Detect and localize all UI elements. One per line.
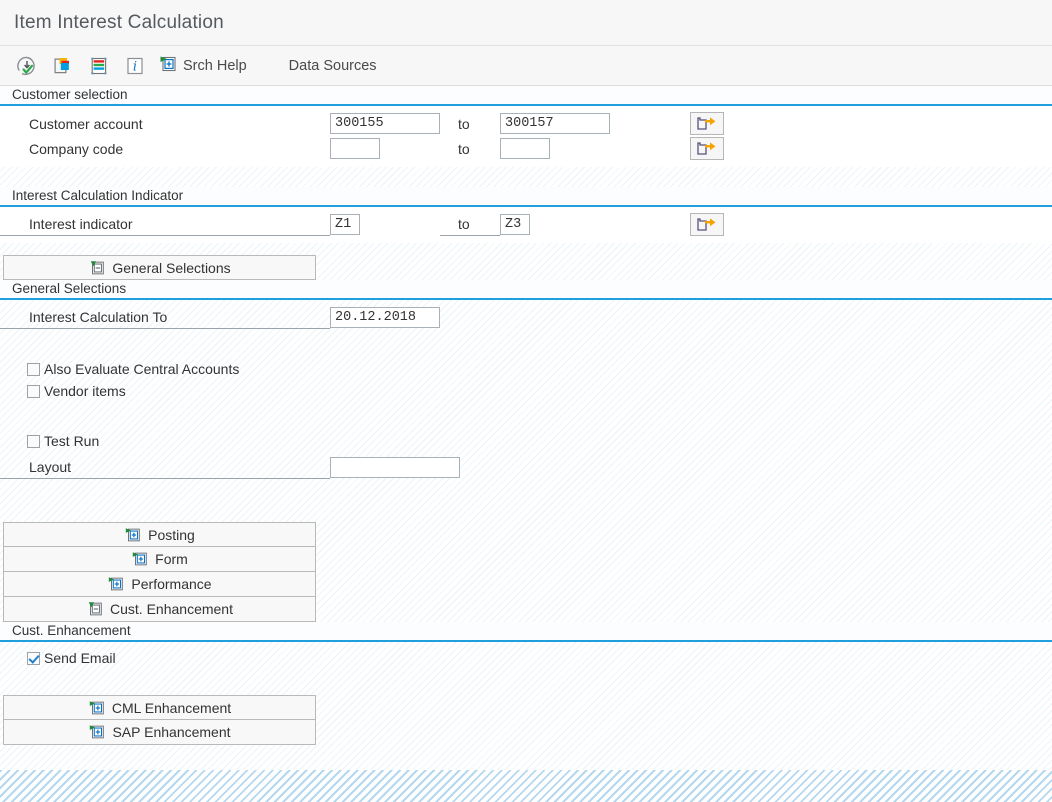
interest-indicator-to-input[interactable] [500, 214, 530, 235]
interest-indicator-row: Interest indicator to [0, 212, 1052, 237]
list-icon[interactable] [86, 53, 112, 79]
customer-account-to-label: to [458, 115, 470, 132]
expand-node-icon [124, 526, 142, 544]
sap-enhancement-toggle-button[interactable]: SAP Enhancement [3, 720, 316, 745]
interest-indicator-body: Interest indicator to [0, 207, 1052, 243]
vendor-items-checkbox[interactable] [27, 384, 40, 398]
bottom-buttons-stack: CML Enhancement SAP Enhancement [3, 695, 1052, 745]
form-button-label: Form [155, 551, 188, 567]
company-code-from-input[interactable] [330, 138, 380, 159]
content-area: Customer selection Customer account to [0, 86, 1052, 802]
general-selections-group: General Selections Interest Calculation … [0, 280, 1052, 510]
cust-enhancement-body: Send Email [0, 642, 1052, 683]
company-code-label: Company code [29, 140, 124, 157]
interest-indicator-to-label: to [440, 214, 500, 236]
cml-enhancement-toggle-button[interactable]: CML Enhancement [3, 695, 316, 720]
collapse-node-icon [86, 600, 104, 618]
layout-label: Layout [0, 457, 330, 479]
customer-account-to-input[interactable] [500, 113, 610, 134]
posting-button-label: Posting [148, 526, 195, 543]
customer-account-from-input[interactable] [330, 113, 440, 134]
also-evaluate-central-accounts-checkbox[interactable] [27, 362, 40, 376]
general-selections-button-label: General Selections [112, 259, 231, 276]
interest-indicator-label: Interest indicator [0, 214, 330, 236]
toolbar: i Srch Help Data Sources [0, 46, 1052, 86]
customer-selection-group: Customer selection Customer account to [0, 86, 1052, 167]
sap-enhancement-button-label: SAP Enhancement [112, 724, 231, 740]
cust-enhancement-group: Cust. Enhancement Send Email [0, 622, 1052, 683]
page-title: Item Interest Calculation [14, 11, 224, 33]
info-icon[interactable]: i [122, 53, 148, 79]
expand-node-icon [107, 575, 125, 593]
general-selections-toggle-button[interactable]: General Selections [3, 255, 316, 280]
also-evaluate-central-accounts-row[interactable]: Also Evaluate Central Accounts [0, 358, 1052, 380]
customer-selection-header: Customer selection [0, 86, 1052, 106]
interest-indicator-group: Interest Calculation Indicator Interest … [0, 187, 1052, 243]
send-email-row[interactable]: Send Email [0, 647, 1052, 669]
interest-indicator-multiple-selection-button[interactable] [690, 213, 724, 236]
layout-input[interactable] [330, 457, 460, 478]
section-buttons-stack: Posting Form Performance Cust. Enhanceme… [3, 522, 1052, 622]
send-email-checkbox[interactable] [27, 651, 40, 665]
data-sources-button[interactable]: Data Sources [283, 58, 383, 74]
test-run-checkbox[interactable] [27, 434, 40, 448]
vendor-items-row[interactable]: Vendor items [0, 380, 1052, 402]
cust-enhancement-toggle-button[interactable]: Cust. Enhancement [3, 597, 316, 622]
collapse-node-icon [88, 259, 106, 277]
posting-toggle-button[interactable]: Posting [3, 522, 316, 547]
customer-account-row: Customer account to [0, 111, 1052, 136]
test-run-label: Test Run [44, 433, 100, 449]
send-email-label: Send Email [44, 650, 116, 666]
general-selections-body: Interest Calculation To Also Evaluate Ce… [0, 300, 1052, 510]
expand-node-icon [88, 723, 106, 741]
performance-button-label: Performance [131, 576, 212, 592]
test-run-row[interactable]: Test Run [0, 430, 1052, 452]
group-gap [0, 167, 1052, 187]
company-code-row: Company code to [0, 136, 1052, 161]
title-bar: Item Interest Calculation [0, 0, 1052, 46]
general-selections-header: General Selections [0, 280, 1052, 300]
cust-enhancement-button-label: Cust. Enhancement [110, 601, 233, 617]
variant-icon[interactable] [50, 53, 76, 79]
interest-calculation-to-label: Interest Calculation To [0, 307, 330, 329]
company-code-to-input[interactable] [500, 138, 550, 159]
expand-node-icon [88, 699, 106, 717]
svg-text:i: i [133, 59, 137, 74]
group-gap [0, 243, 1052, 255]
interest-calculation-to-input[interactable] [330, 307, 440, 328]
footer-stripe [0, 770, 1052, 802]
interest-calculation-to-row: Interest Calculation To [0, 305, 1052, 330]
interest-indicator-header: Interest Calculation Indicator [0, 187, 1052, 207]
customer-account-multiple-selection-button[interactable] [690, 112, 724, 135]
group-gap [0, 510, 1052, 522]
group-gap [0, 683, 1052, 695]
cust-enhancement-header: Cust. Enhancement [0, 622, 1052, 642]
layout-row: Layout [0, 455, 1052, 480]
form-toggle-button[interactable]: Form [3, 547, 316, 572]
srch-help-label: Srch Help [183, 57, 247, 74]
general-selections-button-stack: General Selections [3, 255, 1052, 280]
performance-toggle-button[interactable]: Performance [3, 572, 316, 597]
customer-account-label: Customer account [29, 115, 143, 132]
customer-selection-body: Customer account to Company code [0, 106, 1052, 167]
vendor-items-label: Vendor items [44, 383, 126, 399]
srch-help-button[interactable]: Srch Help [158, 53, 247, 79]
company-code-to-label: to [458, 140, 470, 157]
application-window: Item Interest Calculation i Srch Help Da… [0, 0, 1052, 802]
interest-indicator-from-input[interactable] [330, 214, 360, 235]
execute-icon[interactable] [14, 53, 40, 79]
expand-node-icon [131, 550, 149, 568]
expand-node-icon [158, 54, 178, 78]
also-evaluate-central-accounts-label: Also Evaluate Central Accounts [44, 361, 240, 377]
cml-enhancement-button-label: CML Enhancement [111, 699, 232, 716]
company-code-multiple-selection-button[interactable] [690, 137, 724, 160]
